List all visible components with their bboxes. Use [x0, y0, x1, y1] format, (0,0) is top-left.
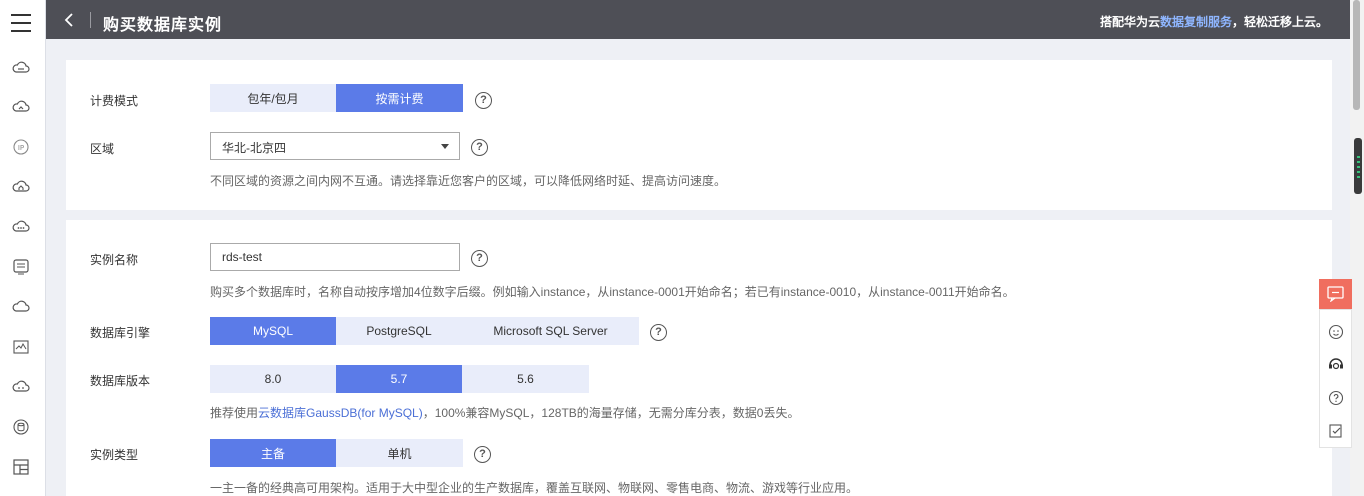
- billing-region-card: 计费模式 包年/包月 按需计费 ? 区域 华北-北京四 ? 不同区域的资源之间内…: [66, 60, 1332, 210]
- instance-type-label: 实例类型: [90, 448, 139, 462]
- region-select[interactable]: 华北-北京四: [210, 132, 460, 160]
- billing-option-yearly-monthly[interactable]: 包年/包月: [210, 84, 336, 112]
- billing-option-pay-per-use[interactable]: 按需计费: [336, 84, 463, 112]
- promo-suffix: ，轻松迁移上云。: [1231, 15, 1328, 29]
- chat-icon: [1327, 286, 1344, 302]
- gaussdb-link[interactable]: 云数据库GaussDB(for MySQL): [258, 406, 423, 420]
- engine-segment: MySQL PostgreSQL Microsoft SQL Server: [210, 317, 639, 345]
- cloud-icon[interactable]: [11, 58, 31, 78]
- version-option-5-6[interactable]: 5.6: [462, 365, 589, 393]
- instance-name-input[interactable]: [210, 243, 460, 271]
- menu-icon[interactable]: [11, 14, 31, 32]
- region-value: 华北-北京四: [222, 141, 286, 155]
- engine-label: 数据库引擎: [90, 326, 151, 340]
- header-promo: 搭配华为云数据复制服务，轻松迁移上云。: [1100, 13, 1328, 30]
- cloud-more-icon[interactable]: [11, 377, 31, 397]
- engine-option-postgresql[interactable]: PostgreSQL: [336, 317, 462, 345]
- floating-toolbar: [1319, 309, 1352, 448]
- help-center-icon[interactable]: [1328, 390, 1344, 406]
- billing-mode-segment: 包年/包月 按需计费: [210, 84, 463, 112]
- instance-type-help-icon[interactable]: ?: [474, 446, 491, 463]
- version-hint: 推荐使用云数据库GaussDB(for MySQL)，100%兼容MySQL，1…: [210, 404, 799, 421]
- layout-icon[interactable]: [11, 457, 31, 477]
- version-segment: 8.0 5.7 5.6: [210, 365, 589, 393]
- svg-text:IP: IP: [18, 144, 24, 152]
- dropdown-caret-icon: [441, 144, 449, 149]
- page-scrollbar[interactable]: [1350, 0, 1364, 496]
- database-icon[interactable]: [11, 417, 31, 437]
- instance-type-segment: 主备 单机: [210, 439, 463, 467]
- instance-name-hint: 购买多个数据库时，名称自动按序增加4位数字后缀。例如输入instance，从in…: [210, 285, 1015, 299]
- scrollbar-thumb[interactable]: [1353, 0, 1360, 110]
- header-divider: [90, 12, 91, 28]
- cloud-dots-icon[interactable]: [11, 217, 31, 237]
- region-help-icon[interactable]: ?: [471, 139, 488, 156]
- survey-icon[interactable]: [1328, 423, 1344, 439]
- monitor-chart-icon[interactable]: [11, 337, 31, 357]
- page-title: 购买数据库实例: [103, 17, 223, 34]
- engine-option-mysql[interactable]: MySQL: [210, 317, 336, 345]
- version-option-5-7[interactable]: 5.7: [336, 365, 462, 393]
- cloud-outline-icon[interactable]: [11, 297, 31, 317]
- status-indicator: [1354, 138, 1362, 194]
- region-hint: 不同区域的资源之间内网不互通。请选择靠近您客户的区域，可以降低网络时延、提高访问…: [210, 174, 727, 188]
- instance-type-option-single[interactable]: 单机: [336, 439, 463, 467]
- instance-name-help-icon[interactable]: ?: [471, 250, 488, 267]
- version-option-8-0[interactable]: 8.0: [210, 365, 336, 393]
- version-hint-prefix: 推荐使用: [210, 406, 259, 420]
- page-header: 购买数据库实例 搭配华为云数据复制服务，轻松迁移上云。: [46, 0, 1350, 39]
- feedback-button[interactable]: [1319, 279, 1352, 309]
- instance-type-hint: 一主一备的经典高可用架构。适用于大中型企业的生产数据库，覆盖互联网、物联网、零售…: [210, 481, 859, 495]
- back-arrow-icon[interactable]: [62, 11, 78, 29]
- engine-help-icon[interactable]: ?: [650, 324, 667, 341]
- promo-prefix: 搭配华为云: [1099, 15, 1160, 29]
- instance-config-card: 实例名称 ? 购买多个数据库时，名称自动按序增加4位数字后缀。例如输入insta…: [66, 220, 1332, 496]
- smiley-feedback-icon[interactable]: [1328, 324, 1344, 340]
- version-hint-suffix: ，100%兼容MySQL，128TB的海量存储，无需分库分表，数据0丢失。: [422, 406, 800, 420]
- ip-icon[interactable]: IP: [11, 137, 31, 157]
- region-label: 区域: [90, 142, 115, 156]
- data-replication-link[interactable]: 数据复制服务: [1160, 15, 1232, 29]
- list-panel-icon[interactable]: [11, 257, 31, 277]
- customer-service-icon[interactable]: [1328, 357, 1344, 373]
- billing-help-icon[interactable]: ?: [475, 92, 492, 109]
- cloud-home-icon[interactable]: [11, 177, 31, 197]
- left-nav-rail: IP: [0, 0, 46, 496]
- instance-name-label: 实例名称: [90, 253, 139, 267]
- version-label: 数据库版本: [90, 374, 151, 388]
- cloud-refresh-icon[interactable]: [11, 97, 31, 117]
- engine-option-sqlserver[interactable]: Microsoft SQL Server: [462, 317, 639, 345]
- billing-mode-label: 计费模式: [90, 94, 139, 108]
- instance-type-option-primary-standby[interactable]: 主备: [210, 439, 336, 467]
